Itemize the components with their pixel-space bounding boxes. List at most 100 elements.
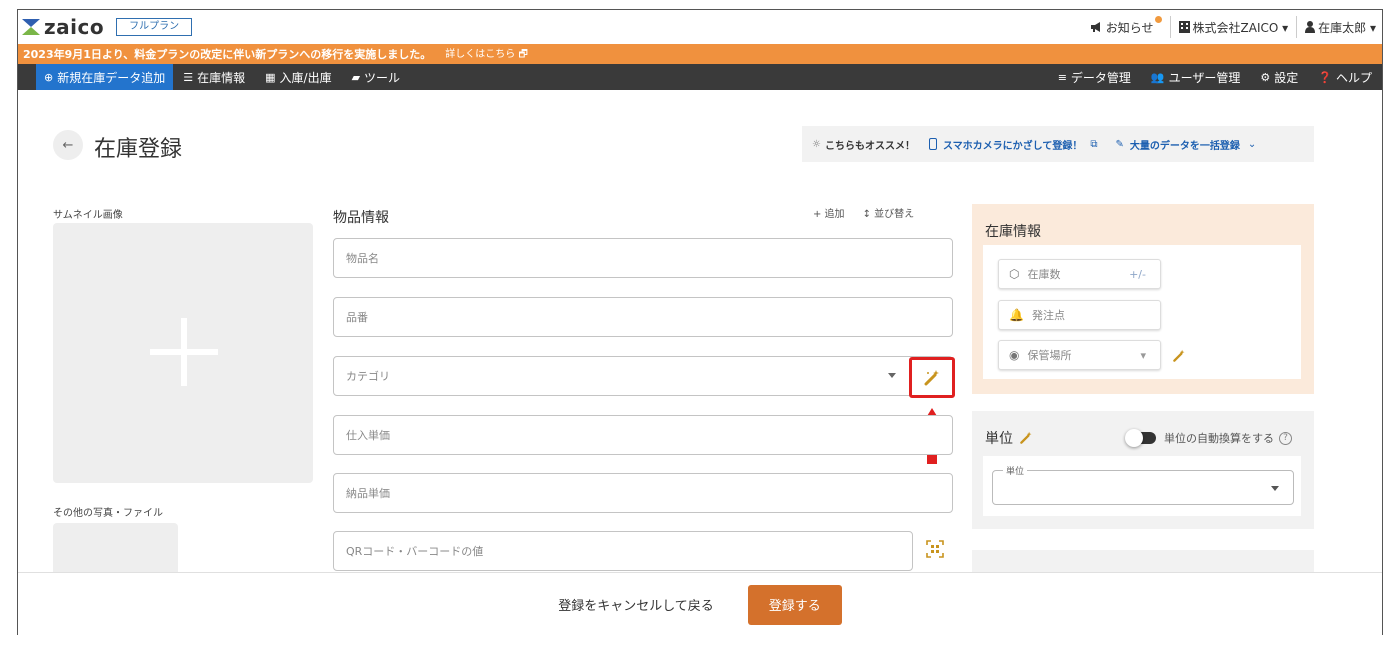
camera-register-label: スマホカメラにかざして登録！ bbox=[942, 140, 1083, 152]
nav-help[interactable]: ❓ ヘルプ bbox=[1308, 64, 1382, 90]
qr-value-placeholder: QRコード・バーコードの値 bbox=[346, 545, 484, 558]
gear-icon: ⚙ bbox=[1260, 70, 1271, 84]
nav-user-mgmt[interactable]: 👥 ユーザー管理 bbox=[1141, 64, 1250, 90]
building-icon bbox=[1178, 21, 1190, 33]
nav-tools-label: ツール bbox=[364, 70, 401, 85]
quantity-input[interactable]: ⬡ 在庫数 +/- bbox=[998, 259, 1161, 289]
bulk-register-link[interactable]: ✎ 大量のデータを一括登録 ⌄ bbox=[1098, 137, 1257, 152]
item-code-input[interactable]: 品番 bbox=[333, 297, 953, 337]
delivery-price-input[interactable]: 納品単価 bbox=[333, 473, 953, 513]
reorder-point-placeholder: 発注点 bbox=[1031, 309, 1065, 322]
top-header: zaico フルプラン お知らせ 株式会社ZAICO ▾ 在庫太郎 ▾ bbox=[18, 10, 1382, 44]
help-icon[interactable]: ? bbox=[1279, 431, 1292, 445]
zaico-logo-icon bbox=[22, 19, 40, 35]
purchase-price-input[interactable]: 仕入単価 bbox=[333, 415, 953, 455]
user-label: 在庫太郎 ▾ bbox=[1318, 20, 1376, 35]
qr-scan-icon[interactable] bbox=[926, 540, 944, 558]
item-name-input[interactable]: 物品名 bbox=[333, 238, 953, 278]
sort-icon: ≡ bbox=[1057, 70, 1067, 84]
banner-link-label: 詳しくはこちら bbox=[445, 48, 516, 60]
cancel-button[interactable]: 登録をキャンセルして戻る bbox=[558, 595, 714, 614]
company-menu[interactable]: 株式会社ZAICO ▾ bbox=[1169, 16, 1297, 38]
plus-minus-icon[interactable]: +/- bbox=[1129, 268, 1146, 281]
company-label: 株式会社ZAICO ▾ bbox=[1192, 20, 1289, 35]
unit-auto-convert-label: 単位の自動換算をする bbox=[1164, 432, 1274, 445]
banner-link[interactable]: 詳しくはこちら 🗗 bbox=[445, 45, 528, 64]
plan-badge: フルプラン bbox=[116, 18, 193, 36]
arrow-left-icon: ← bbox=[62, 137, 74, 153]
location-select[interactable]: ◉ 保管場所 ▾ bbox=[998, 340, 1161, 370]
zaico-logo[interactable]: zaico bbox=[22, 15, 104, 39]
plus-circle-icon: ⊕ bbox=[44, 70, 54, 84]
reorder-point-input[interactable]: 🔔 発注点 bbox=[998, 300, 1161, 330]
nav-settings[interactable]: ⚙ 設定 bbox=[1250, 64, 1308, 90]
nav-data-mgmt[interactable]: ≡ データ管理 bbox=[1048, 64, 1141, 90]
map-pin-icon: ◉ bbox=[1009, 348, 1020, 362]
list-icon: ☰ bbox=[183, 70, 194, 84]
unit-title-label: 単位 bbox=[985, 431, 1013, 447]
toggle-switch[interactable] bbox=[1125, 429, 1156, 447]
recommend-bar: ☼ こちらもオススメ！ スマホカメラにかざして登録！ ⧉ ✎ 大量のデータを一括… bbox=[802, 126, 1314, 162]
nav-add-new[interactable]: ⊕ 新規在庫データ追加 bbox=[36, 64, 174, 90]
notice-badge-dot bbox=[1154, 15, 1162, 23]
category-select[interactable]: カテゴリ bbox=[333, 356, 953, 396]
plan-change-banner: 2023年9月1日より、料金プランの改定に伴い新プランへの移行を実施しました。 … bbox=[18, 44, 1382, 64]
notice-label: お知らせ bbox=[1105, 20, 1154, 35]
unit-select[interactable]: 単位 bbox=[992, 464, 1294, 505]
quantity-placeholder: 在庫数 bbox=[1027, 268, 1061, 281]
sort-icon: ↕ bbox=[862, 209, 875, 220]
camera-register-link[interactable]: スマホカメラにかざして登録！ ⧉ bbox=[915, 137, 1098, 152]
unit-title: 単位 bbox=[985, 428, 1033, 448]
nav-stock-info[interactable]: ☰ 在庫情報 bbox=[173, 64, 255, 90]
add-field-button[interactable]: + 追加 bbox=[813, 205, 845, 220]
thumbnail-label: サムネイル画像 bbox=[53, 210, 123, 221]
smartphone-icon bbox=[928, 138, 937, 150]
category-wand-button[interactable] bbox=[909, 357, 955, 398]
truck-icon: ▦ bbox=[265, 70, 276, 84]
nav-in-out[interactable]: ▦ 入庫/出庫 bbox=[255, 64, 341, 90]
magic-wand-icon[interactable] bbox=[1019, 431, 1033, 445]
user-icon bbox=[1305, 21, 1316, 33]
location-wand-icon[interactable] bbox=[1172, 349, 1186, 363]
nav-tools[interactable]: ▰ ツール bbox=[342, 64, 410, 90]
banner-text: 2023年9月1日より、料金プランの改定に伴い新プランへの移行を実施しました。 bbox=[23, 48, 432, 61]
unit-select-label: 単位 bbox=[1003, 464, 1028, 477]
nav-user-mgmt-label: ユーザー管理 bbox=[1168, 70, 1241, 85]
bell-icon: 🔔 bbox=[1009, 308, 1024, 322]
notice-link[interactable]: お知らせ bbox=[1082, 15, 1170, 38]
toolbox-icon: ▰ bbox=[351, 70, 361, 84]
lightbulb-icon: ☼ bbox=[812, 138, 821, 150]
recommend-lead: こちらもオススメ！ bbox=[824, 140, 915, 152]
nav-data-mgmt-label: データ管理 bbox=[1070, 70, 1131, 85]
item-name-placeholder: 物品名 bbox=[346, 252, 379, 265]
page-title: 在庫登録 bbox=[94, 137, 183, 162]
category-placeholder: カテゴリ bbox=[346, 370, 390, 383]
item-code-placeholder: 品番 bbox=[346, 311, 368, 324]
delivery-price-placeholder: 納品単価 bbox=[346, 487, 390, 500]
footer-bar: 登録をキャンセルして戻る 登録する bbox=[18, 572, 1382, 636]
sort-fields-button[interactable]: ↕ 並び替え bbox=[863, 205, 915, 220]
toggle-knob bbox=[1125, 429, 1143, 447]
chevron-down-icon: ⌄ bbox=[1247, 138, 1257, 150]
qr-value-input[interactable]: QRコード・バーコードの値 bbox=[333, 531, 913, 571]
back-button[interactable]: ← bbox=[53, 130, 83, 160]
main-nav: ⊕ 新規在庫データ追加 ☰ 在庫情報 ▦ 入庫/出庫 ▰ ツール ≡ データ管理… bbox=[18, 64, 1382, 90]
location-placeholder: 保管場所 bbox=[1027, 349, 1072, 362]
nav-settings-label: 設定 bbox=[1274, 70, 1299, 85]
submit-button[interactable]: 登録する bbox=[747, 584, 842, 625]
unit-auto-convert-toggle[interactable]: 単位の自動換算をする ? bbox=[1125, 429, 1292, 447]
chevron-down-icon bbox=[888, 373, 896, 378]
purchase-price-placeholder: 仕入単価 bbox=[346, 429, 390, 442]
item-info-title: 物品情報 bbox=[333, 210, 389, 226]
megaphone-icon bbox=[1090, 22, 1100, 32]
pencil-icon: ✎ bbox=[1115, 138, 1124, 150]
external-link-icon: ⧉ bbox=[1090, 138, 1098, 150]
bulk-register-label: 大量のデータを一括登録 bbox=[1129, 140, 1240, 152]
box-icon: ⬡ bbox=[1009, 267, 1020, 281]
chevron-down-icon: ▾ bbox=[1140, 348, 1146, 362]
users-icon: 👥 bbox=[1150, 70, 1165, 84]
sort-fields-label: 並び替え bbox=[874, 209, 915, 220]
user-menu[interactable]: 在庫太郎 ▾ bbox=[1296, 16, 1382, 38]
help-circle-icon: ❓ bbox=[1318, 70, 1332, 84]
other-files-label: その他の写真・ファイル bbox=[53, 508, 163, 519]
